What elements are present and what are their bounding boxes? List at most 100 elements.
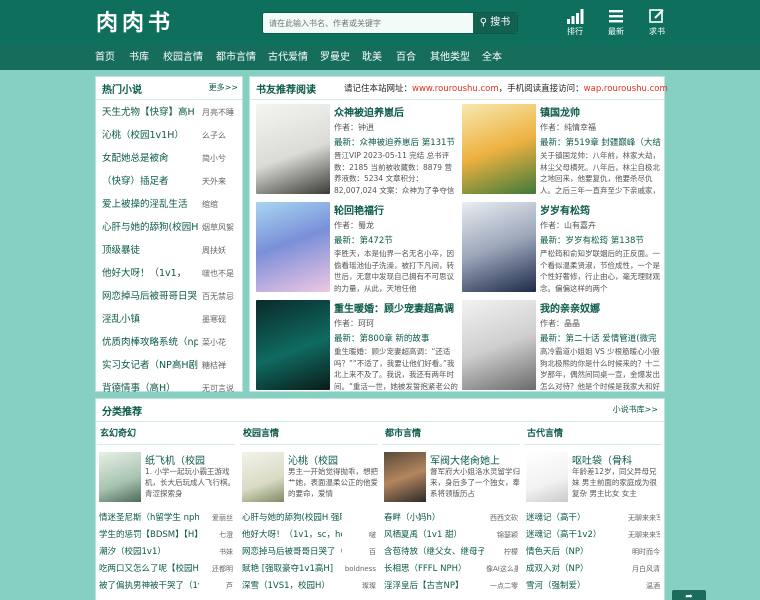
category-feature-title[interactable]: 军阀大佬肏她上 (430, 452, 518, 467)
category-feature-title[interactable]: 沁桃（校园 (288, 452, 376, 467)
recommended-book[interactable]: 镇国龙帅 作者：纯情幸福 最新：第519章 封疆巅峰（大结 关于镇国龙帅：八年前，林家… (462, 104, 664, 202)
hot-item-title[interactable]: 网恋掉马后被哥哥日哭 (102, 287, 198, 307)
nav-gl[interactable]: 百合 (396, 46, 416, 70)
category-list-item[interactable]: 迷魂记（高干）无聊来来写个车 (526, 510, 660, 526)
nav-complete[interactable]: 全本 (482, 46, 502, 70)
nav-campus[interactable]: 校园言情 (163, 46, 203, 70)
category-list-item[interactable]: 心肝与她的舔狗(校园H 强取豪夺 1 (242, 510, 376, 526)
hot-item-title[interactable]: 淫乱小镇 (102, 310, 198, 330)
book-cover[interactable] (462, 104, 536, 194)
hot-item-title[interactable]: 女配她总是被肏 (102, 149, 198, 169)
book-title[interactable]: 众神被迫养崽后 (334, 104, 458, 119)
hot-list-item[interactable]: 顶级暴徒 周扶妖 (102, 241, 244, 261)
hot-more-link[interactable]: 更多>> (209, 82, 238, 93)
recommended-book[interactable]: 岁岁有松筠 作者：山有嘉卉 最新：岁岁有松筠 第138节 严松筠和俞知岁联姻后的正反面… (462, 202, 664, 300)
category-feature-cover[interactable] (242, 452, 284, 502)
site-url[interactable]: www.rouroushu.com (412, 84, 499, 94)
category-list-item[interactable]: 情色天后（NP） 明时而今 (526, 544, 660, 560)
category-item-title[interactable]: 潮汐（校园1v1） (99, 544, 199, 560)
hot-list-item[interactable]: （快穿）插足者 天外来 (102, 172, 244, 192)
book-latest-chapter[interactable]: 最新：第800章 新的故事 (334, 332, 458, 344)
book-latest-chapter[interactable]: 最新：第二十话 爱情管道(微完 (540, 332, 664, 344)
hot-item-title[interactable]: 优质肉棒攻略系统（np (102, 333, 198, 353)
category-list-item[interactable]: 风栖夏禹（1v1 甜） 锦瑟颖 (384, 527, 518, 543)
category-item-title[interactable]: 情迷圣尼斯（h留学生 nph） (99, 510, 199, 526)
recommended-book[interactable]: 我的亲亲奴娜 作者：晶晶 最新：第二十话 爱情管道(微完 高冷霸道小姐姐 VS 少根筋… (462, 300, 664, 398)
hot-list-item[interactable]: 淫乱小镇 墨寒砚 (102, 310, 244, 330)
hot-list-item[interactable]: 实习女记者（NP高H剧 糖桔禅 (102, 356, 244, 376)
category-list-item[interactable]: 被了偏执男神被干哭了（1v1渣女） 芦 (99, 578, 233, 594)
hot-item-title[interactable]: 爱上被操的淫乱生活 (102, 195, 198, 215)
book-cover[interactable] (256, 202, 330, 292)
hot-list-item[interactable]: 心肝与她的舔狗(校园H 烟草风絮 (102, 218, 244, 238)
category-list-item[interactable]: 含苞待放（继父女、继母子、高H） 柠檬 (384, 544, 518, 560)
book-title[interactable]: 我的亲亲奴娜 (540, 300, 664, 315)
latest-link[interactable]: 最新 (601, 8, 631, 37)
category-list-item[interactable]: 迷魂记（高干1v2）无聊来来写个车 (526, 527, 660, 543)
hot-list-item[interactable]: 他好大呀！（1v1， 啵也不是 (102, 264, 244, 284)
category-list-item[interactable]: 雪河（强制爱） 温酒 (526, 578, 660, 594)
category-list-item[interactable]: 賦艳 [强取豪夺1v1高H] boldness (242, 561, 376, 577)
category-list-item[interactable]: 情迷圣尼斯（h留学生 nph） 爱丽丝 (99, 510, 233, 526)
category-name[interactable]: 都市言情 (385, 426, 421, 439)
category-feature-title[interactable]: 呕吐袋（骨科 (572, 452, 660, 467)
category-item-title[interactable]: 深雪（1VS1，校园H） (242, 578, 342, 594)
book-latest-chapter[interactable]: 最新：第519章 封疆巅峰（大结 (540, 136, 664, 148)
category-item-title[interactable]: 成双入对（NP） (526, 561, 626, 577)
category-feature-cover[interactable] (99, 452, 141, 502)
hot-list-item[interactable]: 爱上被操的淫乱生活 绾绾 (102, 195, 244, 215)
hot-item-title[interactable]: 沁桃（校园1v1H） (102, 126, 198, 146)
category-list-item[interactable]: 春畔（小妈h） 西西文砍 (384, 510, 518, 526)
category-item-title[interactable]: 风栖夏禹（1v1 甜） (384, 527, 484, 543)
category-name[interactable]: 玄幻奇幻 (100, 426, 136, 439)
hot-item-title[interactable]: 实习女记者（NP高H剧 (102, 356, 198, 376)
category-list-item[interactable]: 成双入对（NP） 月白风清 (526, 561, 660, 577)
hot-item-title[interactable]: 背德情事（高H） (102, 379, 198, 399)
category-item-title[interactable]: 雪河（强制爱） (526, 578, 626, 594)
book-latest-chapter[interactable]: 最新：第472节 (334, 234, 458, 246)
hot-list-item[interactable]: 优质肉棒攻略系统（np 菜小花 (102, 333, 244, 353)
category-item-title[interactable]: 迷魂记（高干1v2） (526, 527, 626, 543)
nav-romance[interactable]: 罗曼史 (320, 46, 350, 70)
category-list-item[interactable]: 深雪（1VS1，校园H） 璨璨 (242, 578, 376, 594)
category-name[interactable]: 校园言情 (243, 426, 279, 439)
book-cover[interactable] (256, 300, 330, 390)
hot-item-title[interactable]: 心肝与她的舔狗(校园H (102, 218, 198, 238)
book-latest-chapter[interactable]: 最新：众神被迫养崽后 第131节 (334, 136, 458, 148)
hot-list-item[interactable]: 网恋掉马后被哥哥日哭 百无禁忌 (102, 287, 244, 307)
rank-link[interactable]: 排行 (560, 8, 590, 37)
hot-item-title[interactable]: 他好大呀！（1v1， (102, 264, 198, 284)
recommended-book[interactable]: 轮回艳福行 作者：蜀龙 最新：第472节 李胜天，本是仙界一名无名小卒，因偷看瑶池仙子… (256, 202, 458, 300)
category-item-title[interactable]: 吃两口又怎么了呢【校园H】 (99, 561, 199, 577)
book-title[interactable]: 镇国龙帅 (540, 104, 664, 119)
recommended-book[interactable]: 众神被迫养崽后 作者：钟逍 最新：众神被迫养崽后 第131节 晋江VIP 2023-0… (256, 104, 458, 202)
hot-list-item[interactable]: 背德情事（高H） 无可言说 (102, 379, 244, 399)
category-item-title[interactable]: 心肝与她的舔狗(校园H 强取豪夺 1 (242, 510, 342, 526)
book-title[interactable]: 岁岁有松筠 (540, 202, 664, 217)
category-list-item[interactable]: 淫浮皇后【古言NP】 一点二零 (384, 578, 518, 594)
nav-library[interactable]: 书库 (129, 46, 149, 70)
category-list-item[interactable]: 网恋掉马后被哥哥日哭了（高H） 百 (242, 544, 376, 560)
nav-home[interactable]: 首页 (95, 46, 115, 70)
category-item-title[interactable]: 学生的惩罚【BDSM】【H】 (99, 527, 199, 543)
category-item-title[interactable]: 长相思（FFFL NPH） (384, 561, 484, 577)
category-item-title[interactable]: 他好大呀！（1v1，sc，he，生校 (242, 527, 342, 543)
category-feature-title[interactable]: 纸飞机（校园 (145, 452, 233, 467)
category-list-item[interactable]: 吃两口又怎么了呢【校园H】 还都明 (99, 561, 233, 577)
category-item-title[interactable]: 网恋掉马后被哥哥日哭了（高H） (242, 544, 342, 560)
category-feature-cover[interactable] (384, 452, 426, 502)
nav-bl[interactable]: 耽美 (362, 46, 382, 70)
category-item-title[interactable]: 春畔（小妈h） (384, 510, 484, 526)
hot-list-item[interactable]: 天生尤物【快穿】高H 月亮不睡 (102, 103, 244, 123)
category-name[interactable]: 古代言情 (527, 426, 563, 439)
hot-list-item[interactable]: 女配她总是被肏 简小兮 (102, 149, 244, 169)
book-cover[interactable] (462, 202, 536, 292)
category-item-title[interactable]: 含苞待放（继父女、继母子、高H） (384, 544, 484, 560)
category-item-title[interactable]: 被了偏执男神被干哭了（1v1渣女） (99, 578, 199, 594)
category-feature-cover[interactable] (526, 452, 568, 502)
category-list-item[interactable]: 他好大呀！（1v1，sc，he，生校 啵 (242, 527, 376, 543)
hot-list-item[interactable]: 沁桃（校园1v1H） 么子么 (102, 126, 244, 146)
nav-other[interactable]: 其他类型 (430, 46, 470, 70)
category-list-item[interactable]: 潮汐（校园1v1） 书妹 (99, 544, 233, 560)
nav-ancient[interactable]: 古代爱情 (268, 46, 308, 70)
